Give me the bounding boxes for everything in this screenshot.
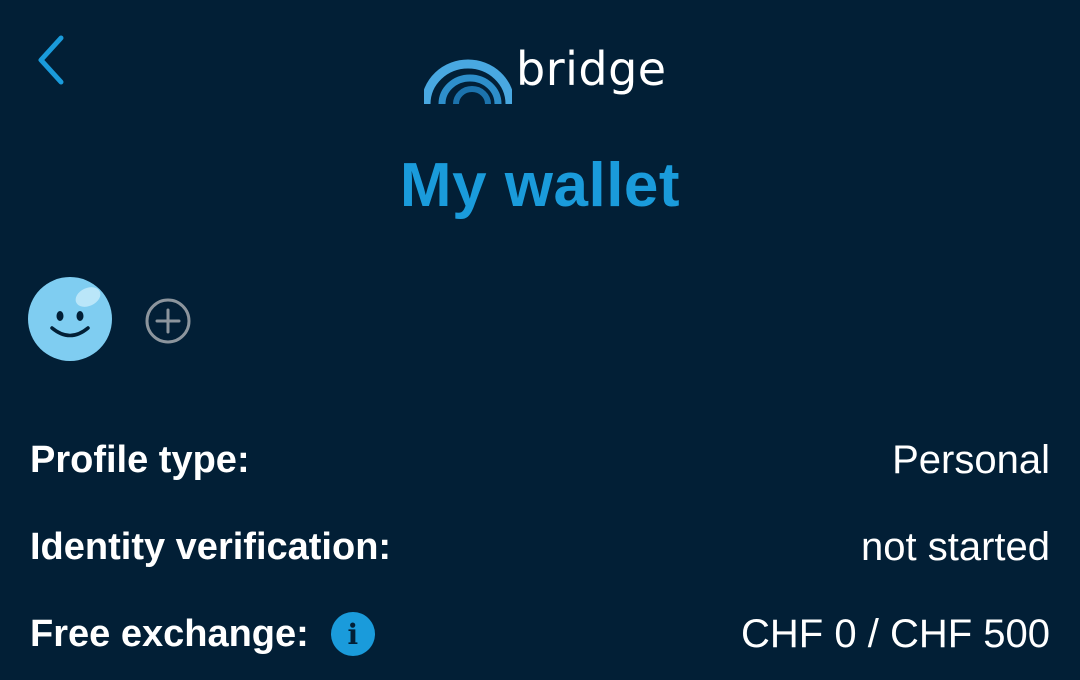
smiley-face-icon <box>28 287 112 361</box>
identity-verification-label: Identity verification: <box>30 525 392 568</box>
profile-type-label: Profile type: <box>30 438 250 481</box>
profile-type-value: Personal <box>892 437 1050 482</box>
free-exchange-row: Free exchange: i CHF 0 / CHF 500 <box>30 604 1050 664</box>
profile-type-row: Profile type: Personal <box>30 430 1050 490</box>
bridge-logo: bridge <box>424 38 667 106</box>
info-icon: i <box>347 617 359 651</box>
free-exchange-value: CHF 0 / CHF 500 <box>741 611 1050 656</box>
plus-circle-icon <box>145 298 191 348</box>
logo-text: bridge <box>516 42 667 96</box>
profile-avatar[interactable] <box>28 277 112 361</box>
info-button[interactable]: i <box>330 612 375 656</box>
identity-verification-row: Identity verification: not started <box>30 517 1050 577</box>
chevron-left-icon <box>33 34 67 91</box>
free-exchange-label-group: Free exchange: i <box>30 612 375 656</box>
page-title: My wallet <box>399 151 681 220</box>
add-profile-button[interactable] <box>145 298 191 344</box>
free-exchange-label: Free exchange: <box>30 612 309 655</box>
back-button[interactable] <box>22 28 78 96</box>
bridge-arch-icon <box>424 58 512 106</box>
identity-verification-value: not started <box>860 524 1050 569</box>
